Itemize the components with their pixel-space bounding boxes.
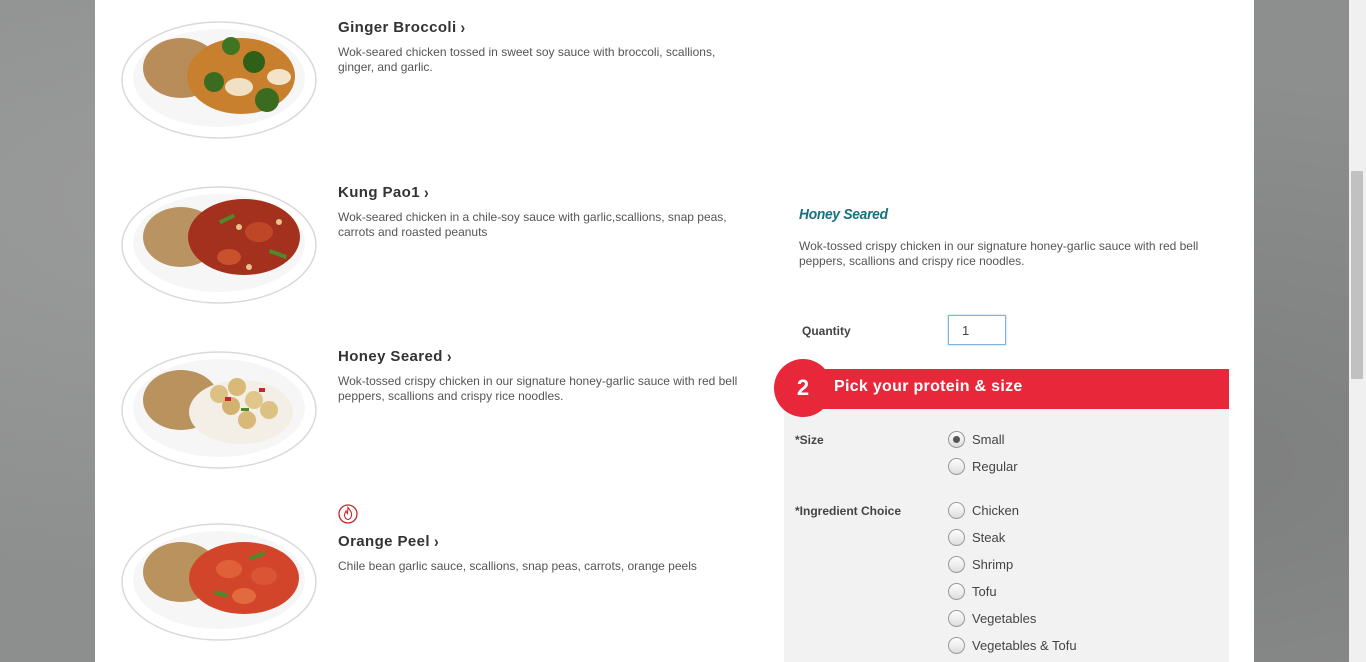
menu-item-ginger-broccoli[interactable]: Ginger Broccoli › Wok-seared chicken toss… <box>95 10 755 160</box>
dish-title-text[interactable]: Kung Pao1 <box>338 184 420 201</box>
menu-item-orange-peel[interactable]: Orange Peel › Chile bean garlic sauce, sc… <box>95 500 755 650</box>
dish-title-text[interactable]: Orange Peel <box>338 533 430 550</box>
radio-label[interactable]: Steak <box>972 530 1005 545</box>
step-number-badge: 2 <box>774 359 832 417</box>
radio-button[interactable] <box>948 582 965 600</box>
size-option-regular[interactable]: Regular <box>948 456 1018 476</box>
dish-description: Wok-tossed crispy chicken in our signatu… <box>338 374 738 403</box>
scrollbar-thumb[interactable] <box>1351 171 1363 379</box>
ingredient-option-shrimp[interactable]: Shrimp <box>948 554 1013 574</box>
detail-title: Honey Seared <box>799 206 888 223</box>
dish-title-orange-peel[interactable]: Orange Peel › <box>338 531 440 551</box>
dish-title-honey-seared[interactable]: Honey Seared › <box>338 346 452 366</box>
radio-label[interactable]: Small <box>972 432 1005 447</box>
dish-description: Chile bean garlic sauce, scallions, snap… <box>338 559 697 573</box>
size-label: *Size <box>795 433 824 447</box>
menu-item-honey-seared[interactable]: Honey Seared › Wok-tossed crispy chicken … <box>95 340 755 490</box>
quantity-input[interactable] <box>948 315 1006 345</box>
radio-button[interactable] <box>948 555 965 573</box>
spicy-flame-icon <box>338 504 358 524</box>
dish-description: Wok-seared chicken tossed in sweet soy s… <box>338 45 716 74</box>
ingredient-choice-label: *Ingredient Choice <box>795 504 902 518</box>
chevron-right-icon: › <box>446 346 452 366</box>
radio-label[interactable]: Regular <box>972 459 1018 474</box>
quantity-label: Quantity <box>802 324 851 338</box>
step-header-label: Pick your protein & size <box>834 378 1023 395</box>
dish-description: Wok-seared chicken in a chile-soy sauce … <box>338 210 727 239</box>
vertical-scrollbar[interactable] <box>1349 0 1366 662</box>
ingredient-option-tofu[interactable]: Tofu <box>948 581 997 601</box>
radio-label[interactable]: Shrimp <box>972 557 1013 572</box>
dish-title-text[interactable]: Honey Seared <box>338 348 443 365</box>
radio-button[interactable] <box>948 636 965 654</box>
radio-button[interactable] <box>948 457 965 475</box>
radio-button[interactable] <box>948 528 965 546</box>
ingredient-option-steak[interactable]: Steak <box>948 527 1005 547</box>
kung-pao-image[interactable] <box>119 177 319 307</box>
orange-peel-image[interactable] <box>119 514 319 644</box>
dish-title-kung-pao[interactable]: Kung Pao1 › <box>338 182 430 202</box>
dish-title-text[interactable]: Ginger Broccoli <box>338 19 457 36</box>
radio-button[interactable] <box>948 501 965 519</box>
menu-item-kung-pao[interactable]: Kung Pao1 › Wok-seared chicken in a chile… <box>95 175 755 325</box>
ingredient-option-chicken[interactable]: Chicken <box>948 500 1019 520</box>
ingredient-option-vegetables-tofu[interactable]: Vegetables & Tofu <box>948 635 1077 655</box>
honey-seared-image[interactable] <box>119 342 319 472</box>
radio-label[interactable]: Tofu <box>972 584 997 599</box>
radio-button-checked[interactable] <box>948 430 965 448</box>
chevron-right-icon: › <box>423 182 430 202</box>
radio-label[interactable]: Vegetables <box>972 611 1036 626</box>
radio-label[interactable]: Chicken <box>972 503 1019 518</box>
detail-description: Wok-tossed crispy chicken in our signatu… <box>799 239 1199 268</box>
radio-button[interactable] <box>948 609 965 627</box>
chevron-right-icon: › <box>433 531 440 551</box>
ingredient-option-vegetables[interactable]: Vegetables <box>948 608 1036 628</box>
main-panel: Ginger Broccoli › Wok-seared chicken toss… <box>95 0 1254 662</box>
chevron-right-icon: › <box>460 17 466 37</box>
ginger-broccoli-image[interactable] <box>119 12 319 142</box>
size-option-small[interactable]: Small <box>948 429 1005 449</box>
dish-title-ginger-broccoli[interactable]: Ginger Broccoli › <box>338 17 466 37</box>
radio-label[interactable]: Vegetables & Tofu <box>972 638 1077 653</box>
